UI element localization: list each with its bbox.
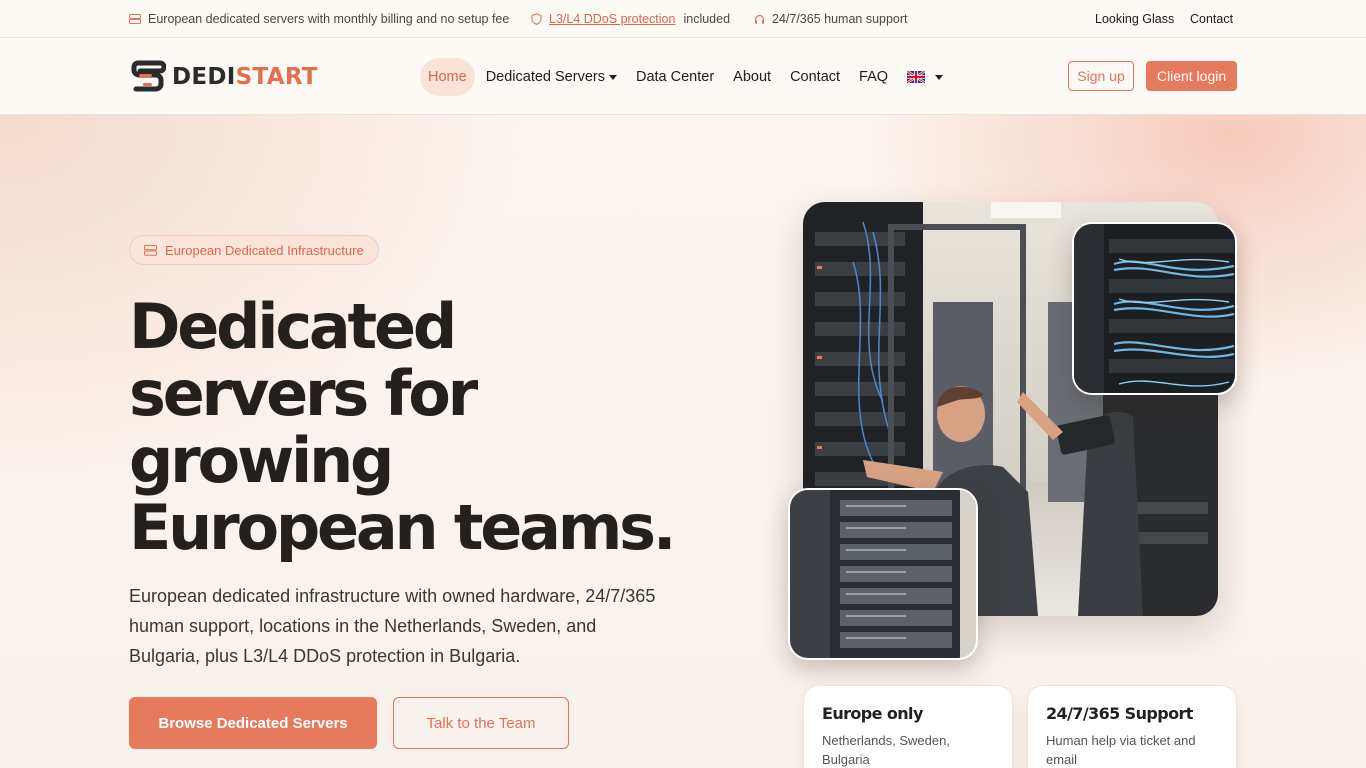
billing-info: European dedicated servers with monthly …	[129, 0, 509, 38]
top-contact-link[interactable]: Contact	[1190, 0, 1233, 38]
sign-up-button[interactable]: Sign up	[1068, 61, 1134, 91]
nav-contact[interactable]: Contact	[790, 69, 840, 85]
chevron-down-icon	[935, 75, 944, 80]
hero-headline: Dedicated servers for growing European t…	[129, 293, 689, 561]
looking-glass-link[interactable]: Looking Glass	[1095, 0, 1174, 38]
support-text: 24/7/365 human support	[772, 12, 908, 26]
network-cables-photo	[1072, 222, 1237, 395]
nav-faq-label: FAQ	[859, 69, 889, 85]
headline-line-4: European teams.	[129, 491, 676, 564]
nav-contact-label: Contact	[790, 69, 841, 85]
nav-about-label: About	[733, 69, 772, 85]
feature-card-europe: Europe only Netherlands, Sweden, Bulgari…	[803, 685, 1013, 768]
shield-icon	[531, 13, 542, 25]
nav-about[interactable]: About	[733, 69, 771, 85]
language-selector[interactable]	[907, 71, 944, 83]
ddos-protection-link[interactable]: L3/L4 DDoS protection	[549, 12, 675, 26]
billing-text: European dedicated servers with monthly …	[148, 12, 510, 26]
ddos-suffix: included	[683, 12, 731, 26]
logo-text: DEDISTART	[172, 64, 318, 90]
feature-card-title: 24/7/365 Support	[1046, 704, 1193, 723]
nav-data-center-label: Data Center	[635, 69, 715, 85]
client-login-button[interactable]: Client login	[1146, 61, 1237, 91]
logo-text-dedi: DEDI	[172, 64, 236, 90]
top-info-bar: European dedicated servers with monthly …	[0, 0, 1366, 38]
feature-card-support: 24/7/365 Support Human help via ticket a…	[1027, 685, 1237, 768]
feature-card-text: Human help via ticket and email	[1046, 733, 1196, 767]
main-navbar: DEDISTART Home Dedicated Servers Data Ce…	[0, 39, 1366, 115]
server-icon	[129, 14, 141, 24]
nav-dedicated-servers-label: Dedicated Servers	[485, 69, 605, 85]
feature-card-text: Netherlands, Sweden, Bulgaria	[822, 733, 950, 767]
nav-faq[interactable]: FAQ	[859, 69, 888, 85]
nav-home[interactable]: Home	[420, 58, 475, 96]
headline-line-2: servers for	[129, 357, 478, 430]
primary-nav: Home Dedicated Servers Data Center About…	[420, 57, 962, 97]
support-info: 24/7/365 human support	[754, 0, 908, 38]
headline-line-3: growing	[129, 424, 394, 497]
headset-icon	[754, 14, 765, 24]
logo-text-start: START	[235, 64, 318, 90]
talk-to-team-button[interactable]: Talk to the Team	[393, 697, 569, 749]
nav-dedicated-servers[interactable]: Dedicated Servers	[486, 69, 617, 85]
ddos-info: L3/L4 DDoS protection included	[531, 0, 730, 38]
infrastructure-badge: European Dedicated Infrastructure	[129, 235, 379, 265]
dedistart-logo-icon	[131, 60, 166, 92]
browse-dedicated-servers-button[interactable]: Browse Dedicated Servers	[129, 697, 377, 749]
headline-line-1: Dedicated	[129, 290, 457, 363]
logo[interactable]: DEDISTART	[130, 60, 318, 94]
nav-home-label: Home	[428, 69, 467, 85]
nav-data-center[interactable]: Data Center	[636, 69, 714, 85]
hero-lead-text: European dedicated infrastructure with o…	[129, 586, 656, 666]
server-rack-photo	[788, 488, 978, 660]
badge-text: European Dedicated Infrastructure	[165, 242, 364, 258]
feature-card-title: Europe only	[822, 704, 923, 723]
hero-section: European Dedicated Infrastructure Dedica…	[0, 115, 1366, 768]
chevron-down-icon	[608, 75, 617, 80]
uk-flag-icon	[907, 71, 926, 83]
server-icon	[144, 244, 157, 256]
